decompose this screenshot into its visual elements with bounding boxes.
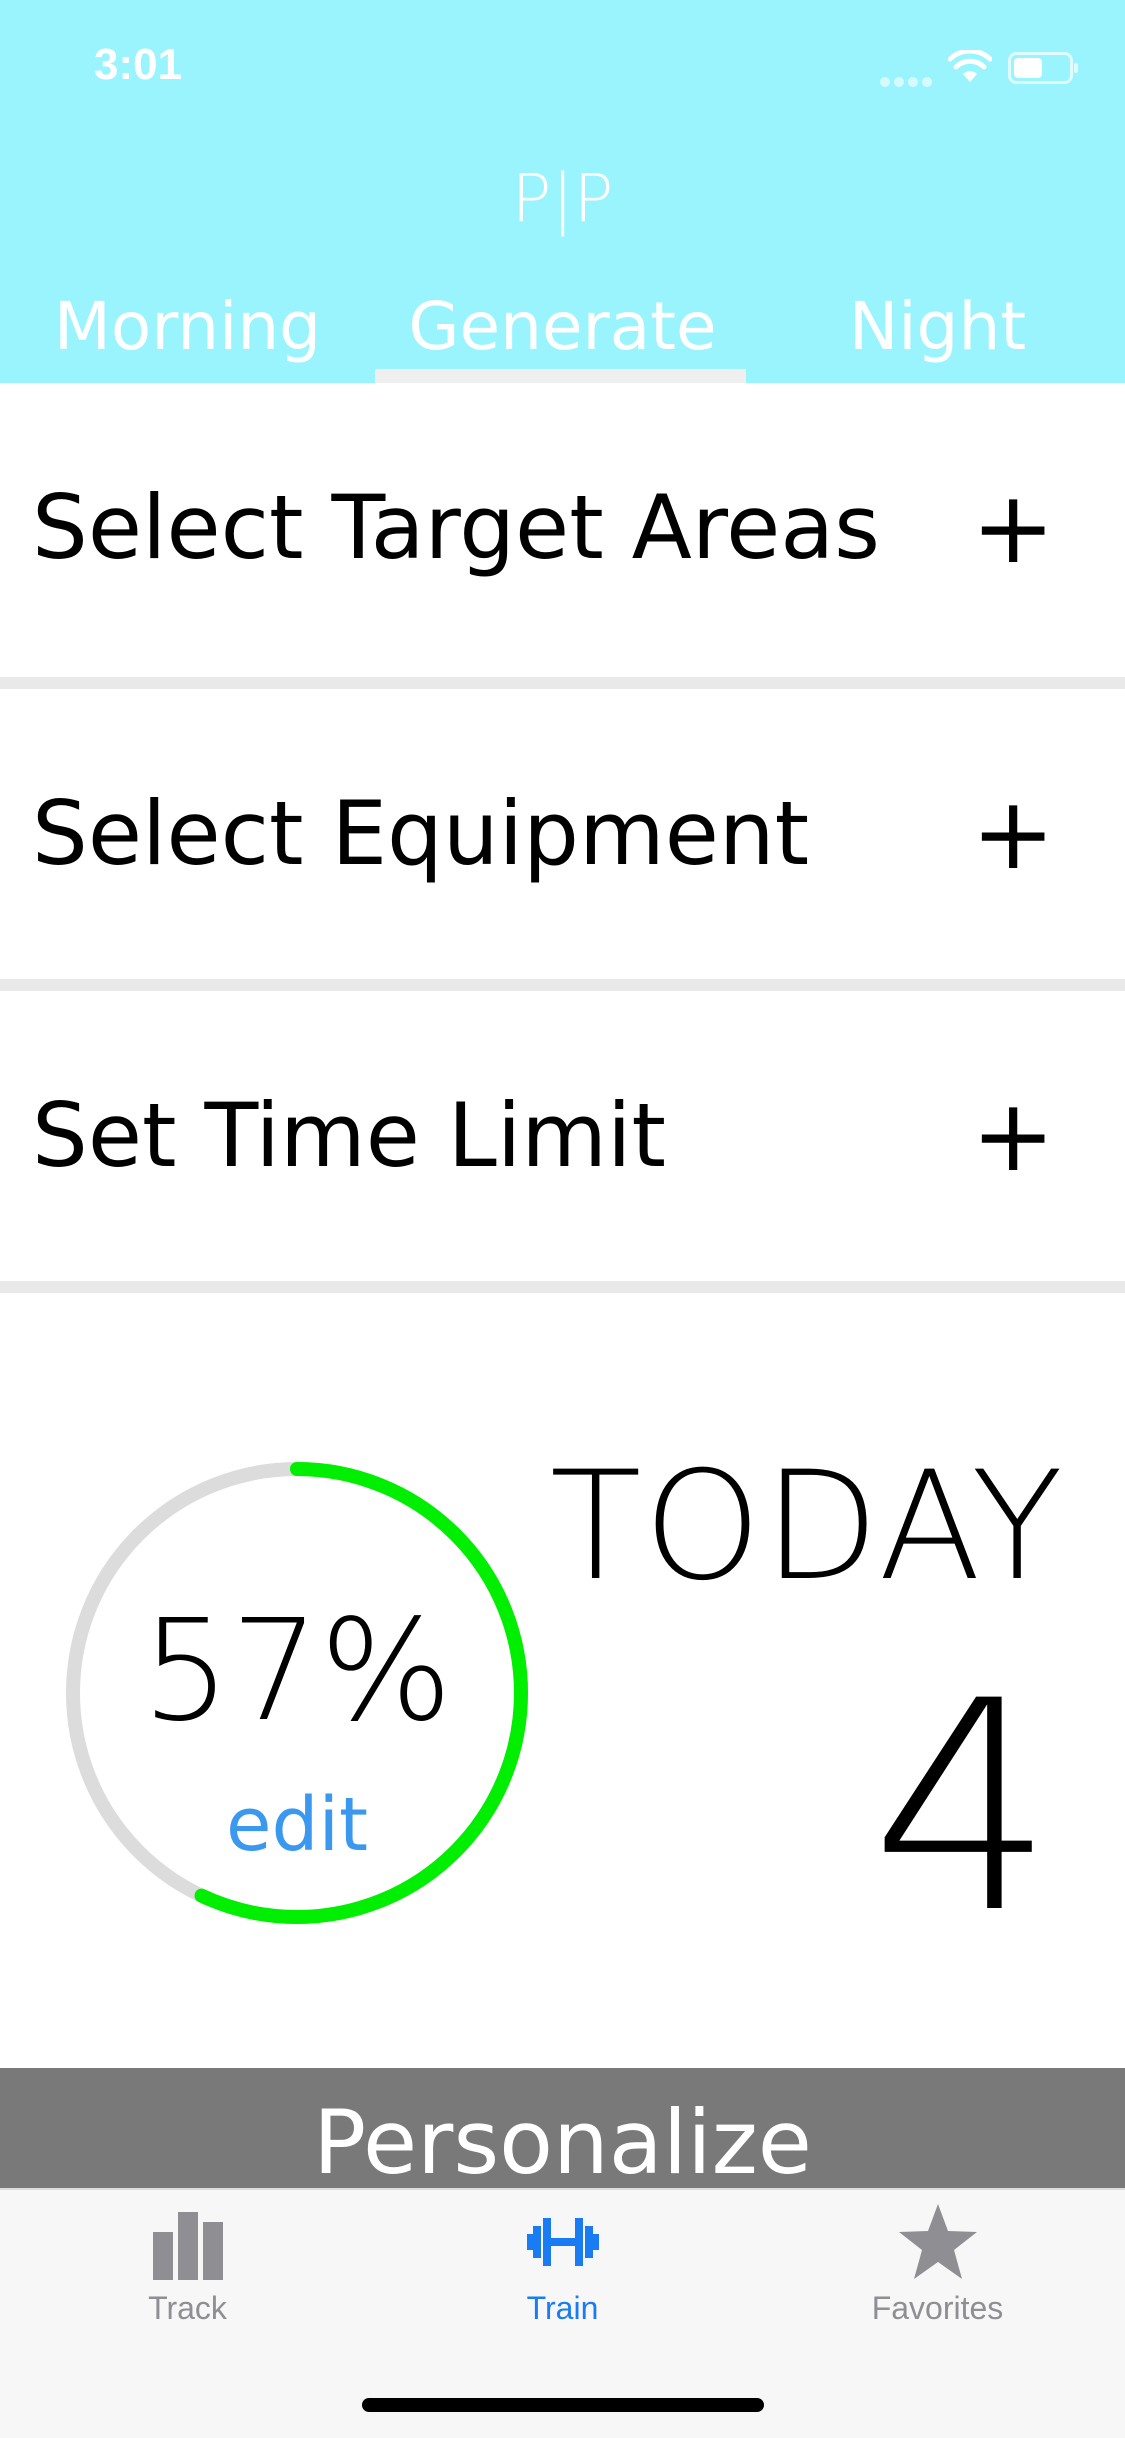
status-time: 3:01: [94, 40, 183, 89]
add-time-limit-button[interactable]: +: [971, 991, 1055, 1281]
today-count: 4: [870, 1640, 1055, 1977]
today-label: TODAY: [549, 1440, 1065, 1614]
select-target-areas-row[interactable]: Select Target Areas +: [0, 383, 1125, 673]
segment-tabs: Morning Generate Night: [0, 282, 1125, 383]
add-equipment-button[interactable]: +: [971, 689, 1055, 979]
wifi-icon: [948, 50, 992, 82]
tab-night[interactable]: Night: [750, 282, 1125, 383]
tab-morning[interactable]: Morning: [0, 282, 375, 383]
app-header: 3:01 P|P Morning Generate Night: [0, 0, 1125, 383]
bar-chart-icon: [152, 2212, 223, 2280]
dumbbell-icon: [526, 2218, 599, 2266]
home-indicator: [362, 2398, 764, 2412]
tabbar-label: Favorites: [871, 2290, 1004, 2326]
battery-icon: [1008, 52, 1078, 84]
edit-goal-button[interactable]: edit: [62, 1782, 532, 1868]
tabbar-item-favorites[interactable]: Favorites: [750, 2204, 1125, 2327]
personalize-button[interactable]: Personalize: [0, 2068, 1125, 2188]
divider: [0, 677, 1125, 689]
row-label: Set Time Limit: [32, 1084, 666, 1187]
select-equipment-row[interactable]: Select Equipment +: [0, 689, 1125, 979]
row-label: Select Equipment: [32, 782, 810, 885]
divider: [0, 1281, 1125, 1293]
add-target-areas-button[interactable]: +: [971, 383, 1055, 673]
tabbar-item-track[interactable]: Track: [0, 2204, 375, 2327]
set-time-limit-row[interactable]: Set Time Limit +: [0, 991, 1125, 1281]
cellular-signal-icon: [880, 74, 936, 92]
divider: [0, 979, 1125, 991]
tab-generate[interactable]: Generate: [375, 282, 750, 383]
star-icon: [898, 2204, 977, 2279]
app-title: P|P: [511, 160, 614, 237]
tabbar-label: Track: [148, 2290, 227, 2326]
tabbar-label: Train: [526, 2290, 599, 2326]
tabbar-item-train[interactable]: Train: [375, 2204, 750, 2327]
progress-percent: 57%: [141, 1590, 453, 1753]
row-label: Select Target Areas: [32, 476, 881, 579]
active-tab-indicator: [375, 369, 746, 383]
